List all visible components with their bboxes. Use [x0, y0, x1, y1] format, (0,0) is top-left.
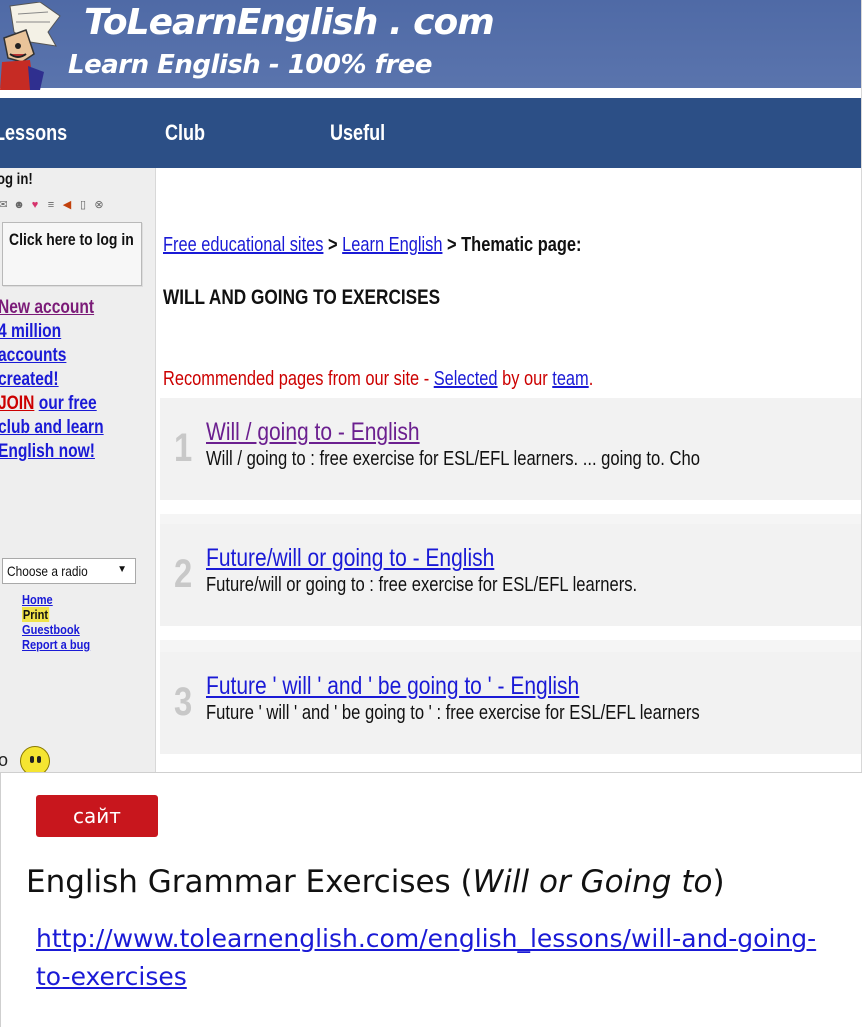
login-heading: og in!	[0, 171, 33, 188]
mail-icon[interactable]: ✉	[0, 198, 10, 212]
home-link[interactable]: Home	[22, 592, 90, 607]
recommended-end: .	[588, 368, 594, 390]
smiley-prefix: o	[0, 750, 8, 771]
result-description: Will / going to : free exercise for ESL/…	[206, 448, 700, 470]
website-screenshot: ToLearnEnglish . com Learn English - 100…	[0, 0, 862, 772]
page-title: WILL AND GOING TO EXERCISES	[163, 286, 441, 309]
result-number: 2	[174, 552, 193, 596]
result-title-link[interactable]: Future/will or going to - English	[206, 544, 494, 573]
breadcrumb-link-learn-english[interactable]: Learn English	[342, 234, 442, 256]
user-icon[interactable]: ☻	[12, 198, 26, 212]
nav-useful[interactable]: Useful	[330, 120, 385, 146]
accounts-link-2[interactable]: accounts	[0, 345, 66, 366]
result-title-link[interactable]: Future ' will ' and ' be going to ' - En…	[206, 672, 579, 701]
card-title-end: )	[712, 864, 725, 900]
list-icon[interactable]: ≡	[44, 198, 58, 212]
radio-select-value: Choose a radio	[7, 563, 88, 579]
result-item: 2 Future/will or going to - English Futu…	[160, 524, 861, 626]
site-badge: сайт	[36, 795, 158, 837]
main-navbar: Lessons Club Useful	[0, 98, 861, 168]
card-left-rule	[0, 772, 1, 1027]
report-bug-link[interactable]: Report a bug	[22, 637, 90, 652]
login-button[interactable]: Click here to log in	[2, 222, 142, 286]
result-item: 1 Will / going to - English Will / going…	[160, 398, 861, 500]
result-number: 1	[174, 426, 193, 470]
card-title-italic: Will or Going to	[472, 864, 713, 900]
close-icon[interactable]: ⊗	[92, 198, 106, 212]
site-banner: ToLearnEnglish . com Learn English - 100…	[0, 0, 861, 90]
site-tagline: Learn English - 100% free	[68, 50, 433, 80]
card-title-plain: English Grammar Exercises (	[26, 864, 473, 900]
accounts-link-3[interactable]: created!	[0, 369, 59, 390]
login-button-label: Click here to log in	[9, 230, 134, 249]
toolbar-icons: ✉ ☻ ♥ ≡ ◀ ▯ ⊗	[0, 198, 106, 212]
mascot-logo-icon	[0, 2, 61, 90]
result-title-link[interactable]: Will / going to - English	[206, 418, 420, 447]
accounts-link-1[interactable]: 4 million	[0, 321, 61, 342]
nav-lessons[interactable]: Lessons	[0, 120, 67, 146]
new-account-link[interactable]: New account	[0, 297, 94, 318]
speaker-icon[interactable]: ◀	[60, 198, 74, 212]
smiley-icon	[20, 746, 50, 772]
join-link-rest-3[interactable]: English now!	[0, 441, 95, 462]
join-link[interactable]: JOIN	[0, 393, 34, 414]
result-item: 3 Future ' will ' and ' be going to ' - …	[160, 652, 861, 754]
document-icon[interactable]: ▯	[76, 198, 90, 212]
guestbook-link[interactable]: Guestbook	[22, 622, 90, 637]
team-link[interactable]: team	[552, 368, 588, 390]
mini-links: Home Print Guestbook Report a bug	[22, 592, 90, 652]
breadcrumb-separator: >	[328, 234, 338, 256]
sidebar-links: New account 4 million accounts created! …	[0, 296, 137, 464]
chevron-down-icon: ▼	[117, 564, 127, 575]
card-separator	[0, 772, 862, 773]
left-sidebar: og in! ✉ ☻ ♥ ≡ ◀ ▯ ⊗ Click here to log i…	[0, 168, 156, 772]
card-url-link[interactable]: http://www.tolearnenglish.com/english_le…	[36, 920, 826, 996]
print-link[interactable]: Print	[22, 607, 49, 622]
site-name[interactable]: ToLearnEnglish . com	[84, 2, 495, 43]
heart-icon[interactable]: ♥	[28, 198, 42, 212]
breadcrumb-link-educational-sites[interactable]: Free educational sites	[163, 234, 323, 256]
breadcrumb-current: Thematic page:	[461, 234, 582, 256]
main-content: Free educational sites > Learn English >…	[160, 168, 861, 772]
result-number: 3	[174, 680, 193, 724]
card-title: English Grammar Exercises (Will or Going…	[26, 864, 725, 900]
selected-link[interactable]: Selected	[434, 368, 498, 390]
recommended-middle: by our	[497, 368, 553, 390]
recommended-line: Recommended pages from our site - Select…	[163, 368, 593, 391]
breadcrumb-separator: >	[447, 234, 457, 256]
nav-club[interactable]: Club	[165, 120, 205, 146]
join-link-rest-1[interactable]: our free	[39, 393, 97, 414]
join-link-rest-2[interactable]: club and learn	[0, 417, 104, 438]
radio-select[interactable]: Choose a radio ▼	[2, 558, 136, 584]
result-description: Future ' will ' and ' be going to ' : fr…	[206, 702, 700, 724]
recommended-prefix: Recommended pages from our site -	[163, 368, 434, 390]
result-description: Future/will or going to : free exercise …	[206, 574, 638, 596]
breadcrumb: Free educational sites > Learn English >…	[163, 234, 581, 257]
